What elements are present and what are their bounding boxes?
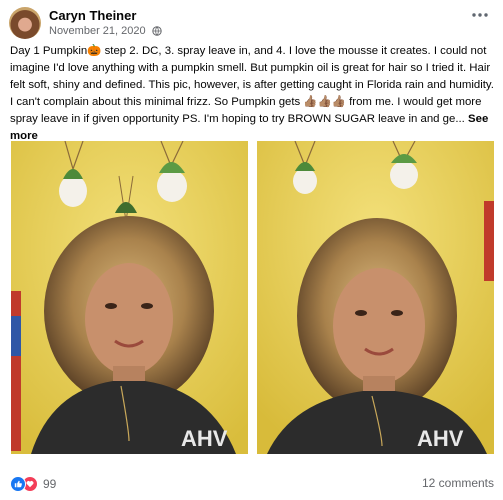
ellipsis-icon [472,13,488,17]
post-photo-2[interactable]: AHV [257,141,494,454]
reaction-count: 99 [43,477,57,491]
post-meta: November 21, 2020 [49,25,162,39]
svg-text:AHV: AHV [181,426,228,451]
post-header: Caryn Theiner November 21, 2020 [9,7,493,39]
author-name[interactable]: Caryn Theiner [49,8,136,23]
reactions-summary[interactable]: 99 [10,476,56,492]
photo-1-image: AHV [11,141,248,454]
post-text-1: Day 1 Pumpkin [10,45,88,57]
like-icon [10,476,26,492]
comments-count-link[interactable]: 12 comments [422,476,494,490]
post-photo-1[interactable]: AHV [11,141,248,454]
post-date[interactable]: November 21, 2020 [49,25,146,37]
thumbs-up-emoji: 👍🏽👍🏽👍🏽 [303,96,346,108]
photo-2-image: AHV [257,141,494,454]
more-options-button[interactable] [467,9,493,29]
svg-text:AHV: AHV [417,426,464,451]
post-footer: 99 12 comments [10,476,494,496]
avatar[interactable] [9,7,41,39]
globe-icon [151,26,162,39]
pumpkin-emoji: 🎃 [87,45,102,57]
post-body: Day 1 Pumpkin🎃 step 2. DC, 3. spray leav… [10,43,494,145]
